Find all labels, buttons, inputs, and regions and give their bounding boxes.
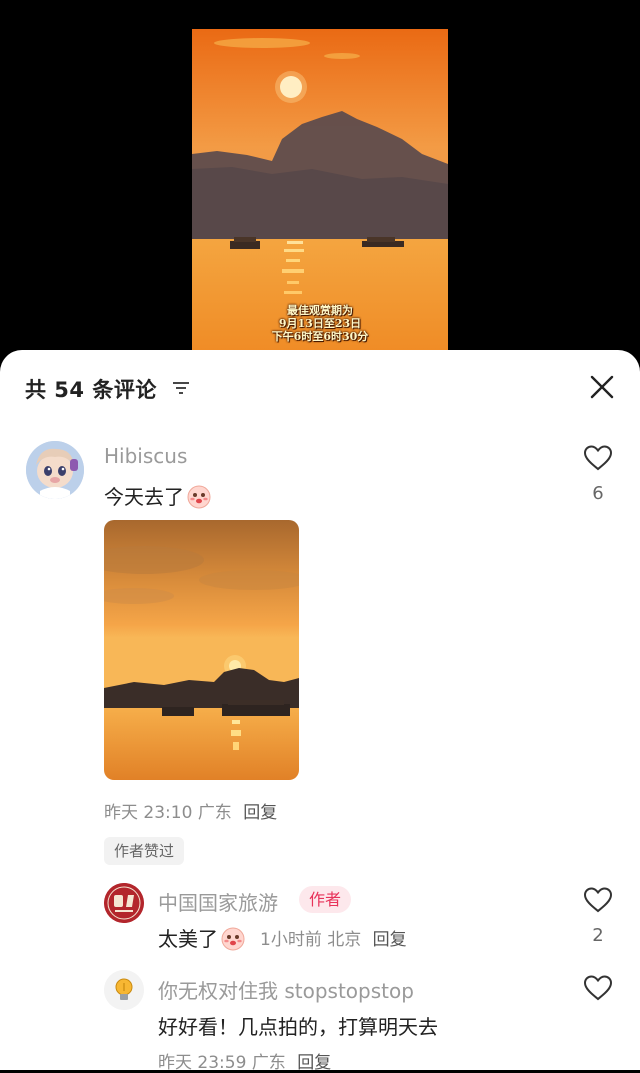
comment-meta: 昨天 23:59 广东 回复 — [158, 1048, 331, 1073]
comment-text: 好好看！几点拍的，打算明天去 — [158, 1015, 438, 1039]
comment-time: 1小时前 — [260, 930, 322, 950]
reply-button[interactable]: 回复 — [243, 803, 277, 823]
caption-line: 9月13日至23日 — [278, 317, 362, 330]
comment-username[interactable]: Hibiscus — [104, 444, 187, 468]
comment-attached-image[interactable] — [104, 520, 299, 780]
author-liked-badge: 作者赞过 — [104, 837, 185, 865]
comment-location: 广东 — [251, 1053, 286, 1073]
comment-location: 广东 — [197, 803, 232, 823]
comment-location: 北京 — [327, 930, 362, 950]
like-heart-icon[interactable] — [583, 886, 613, 914]
reply-button[interactable]: 回复 — [297, 1053, 331, 1073]
comment-text-content: 太美了 — [158, 927, 218, 951]
lightbulb-avatar-icon — [104, 970, 144, 1010]
like-count: 6 — [592, 483, 604, 504]
blushing-face-emoji-icon — [221, 927, 245, 951]
video-frame[interactable]: 最佳观赏期为 9月13日至23日 下午6时至6时30分 — [192, 29, 448, 360]
comment-meta: 昨天 23:10 广东 回复 — [104, 798, 277, 823]
doll-avatar-image — [26, 441, 84, 499]
comment-time: 昨天 23:10 — [104, 803, 193, 823]
video-caption: 最佳观赏期为 9月13日至23日 下午6时至6时30分 — [192, 304, 448, 343]
comment-sheet: 共 54 条评论 Hibiscus 今天去了 6 昨天 23:10 广东 回复 … — [0, 350, 640, 1073]
avatar[interactable] — [26, 441, 84, 499]
comment-text-content: 今天去了 — [104, 485, 184, 509]
tourism-logo-icon — [104, 883, 144, 923]
close-icon[interactable] — [589, 374, 615, 400]
video-player[interactable]: 最佳观赏期为 9月13日至23日 下午6时至6时30分 — [0, 0, 640, 360]
blushing-face-emoji-icon — [187, 485, 211, 509]
comment-username[interactable]: 你无权对住我 stopstopstop — [158, 975, 414, 1004]
sunset-lake-photo — [104, 520, 299, 780]
comment-meta: 1小时前 北京 回复 — [260, 925, 407, 950]
reply-button[interactable]: 回复 — [373, 930, 407, 950]
comment-text: 今天去了 — [104, 481, 212, 510]
comment-time: 昨天 23:59 — [158, 1053, 247, 1073]
like-count: 2 — [592, 925, 604, 946]
like-heart-icon[interactable] — [583, 444, 613, 472]
avatar[interactable] — [104, 883, 144, 923]
comment-sheet-header: 共 54 条评论 — [0, 350, 640, 426]
comment-count: 共 54 条评论 — [25, 378, 157, 402]
avatar[interactable] — [104, 970, 144, 1010]
caption-line: 最佳观赏期为 — [287, 304, 353, 317]
caption-line: 下午6时至6时30分 — [271, 330, 369, 343]
author-tag: 作者 — [299, 886, 352, 913]
comment-text: 太美了 — [158, 923, 246, 952]
comment-username[interactable]: 中国国家旅游 — [158, 887, 278, 916]
filter-icon[interactable] — [172, 380, 190, 396]
like-heart-icon[interactable] — [583, 974, 613, 1002]
